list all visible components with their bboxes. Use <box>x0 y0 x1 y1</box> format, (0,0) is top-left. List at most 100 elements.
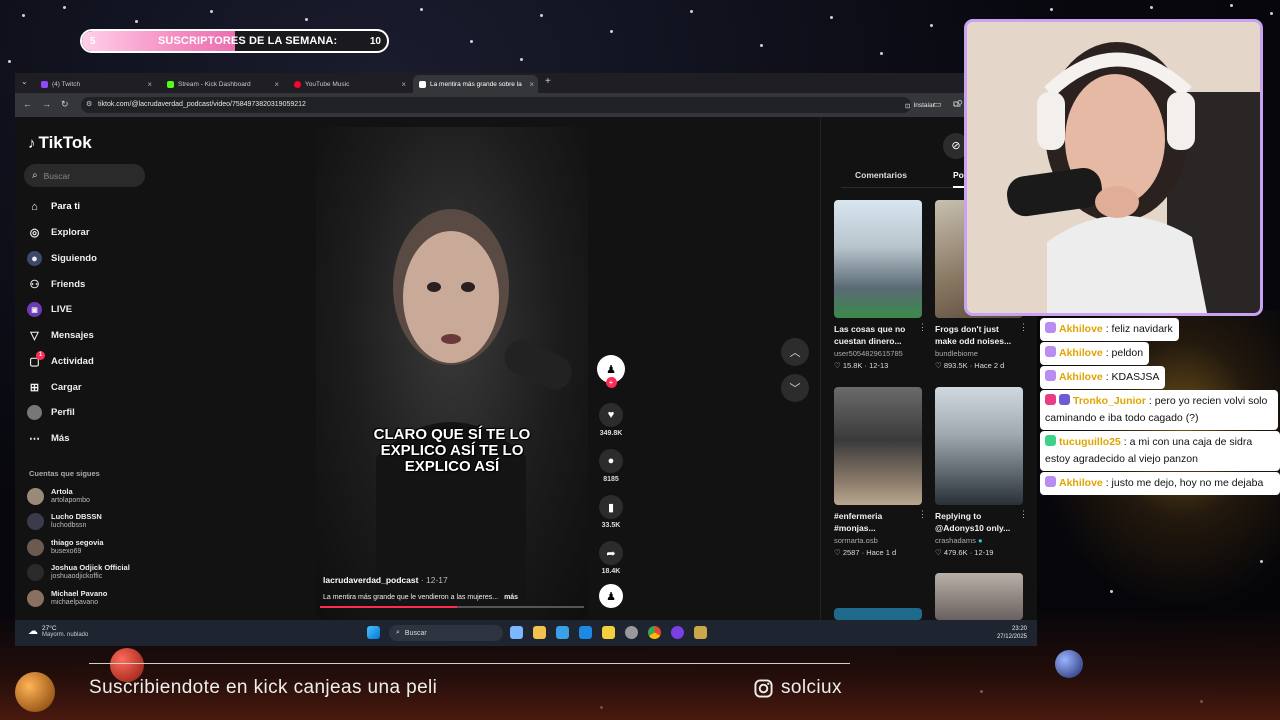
video-author[interactable]: lacrudaverdad_podcast · 12-17 <box>323 575 448 585</box>
chat-username[interactable]: tucuguillo25 <box>1059 436 1121 448</box>
close-icon[interactable]: × <box>529 80 534 89</box>
taskbar-search[interactable]: ⌕ Buscar <box>389 625 503 641</box>
chat-username[interactable]: Tronko_Junior <box>1073 395 1146 407</box>
nav-friends[interactable]: ⚇ Friends <box>27 277 86 292</box>
recommended-video-card[interactable]: Replying to @Adonys10 only... crashadams… <box>935 387 1028 557</box>
chat-username[interactable]: Akhilove <box>1059 323 1103 335</box>
weather-widget[interactable]: ☁ 27°C Mayorm. nublado <box>28 625 88 638</box>
twitch-icon <box>41 80 48 88</box>
chrome-icon[interactable] <box>648 626 661 639</box>
nav-perfil[interactable]: Perfil <box>27 405 75 420</box>
avatar <box>27 589 44 607</box>
avatar <box>27 512 44 530</box>
more-options-icon[interactable]: ⋮ <box>1019 322 1028 333</box>
sticky-notes-icon[interactable] <box>602 626 615 639</box>
follow-plus-icon[interactable]: + <box>605 377 617 388</box>
taskbar-clock[interactable]: 23:20 27/12/2025 <box>997 625 1027 641</box>
discord-icon[interactable] <box>671 626 684 639</box>
instagram-icon <box>754 678 773 698</box>
obs-icon[interactable] <box>625 626 638 639</box>
search-input[interactable]: ⌕ Buscar <box>24 164 145 187</box>
account-name: Artola <box>51 487 73 496</box>
creator-avatar-button[interactable]: ♟ + <box>596 355 626 388</box>
previous-video-button[interactable]: ︿ <box>781 338 809 366</box>
video-progress-bar[interactable] <box>320 606 584 608</box>
nav-live[interactable]: ▣ LIVE <box>27 302 72 317</box>
save-button[interactable]: ▮ 33.5K <box>596 495 626 529</box>
account-handle: luchodbssn <box>51 522 87 529</box>
chat-username[interactable]: Akhilove <box>1059 347 1103 359</box>
nav-para-ti[interactable]: ⌂ Para ti <box>27 199 80 214</box>
clock-date: 27/12/2025 <box>996 634 1027 640</box>
tab-comentarios[interactable]: Comentarios <box>855 170 907 180</box>
tab-twitch[interactable]: (4) Twitch × <box>35 75 156 93</box>
chat-username[interactable]: Akhilove <box>1059 477 1103 489</box>
tab-youtube-music[interactable]: YouTube Music × <box>288 75 410 93</box>
avatar <box>27 487 44 505</box>
following-account[interactable]: Artola artolapombo <box>27 487 90 505</box>
sub-badge-icon <box>1045 435 1056 446</box>
video-player[interactable]: CLARO QUE SÍ TE LO EXPLICO ASÍ TE LO EXP… <box>316 127 588 620</box>
footer-divider <box>89 663 850 664</box>
reload-icon[interactable]: ↻ <box>61 99 69 110</box>
extensions-icon[interactable]: ⧉ <box>953 99 959 110</box>
more-options-icon[interactable]: ⋮ <box>918 509 927 520</box>
tab-label: YouTube Music <box>305 80 350 88</box>
install-button[interactable]: ⊡ Instalar <box>905 100 935 111</box>
file-explorer-icon[interactable] <box>533 626 546 639</box>
video-thumbnail[interactable] <box>834 608 922 620</box>
forward-icon[interactable]: → <box>42 99 51 109</box>
new-tab-button[interactable]: + <box>545 76 551 87</box>
following-account[interactable]: thiago segovia busexo69 <box>27 538 104 556</box>
nav-cargar[interactable]: ⊞ Cargar <box>27 380 82 395</box>
nav-mensajes[interactable]: ▽ Mensajes <box>27 328 94 343</box>
nav-explorar[interactable]: ◎ Explorar <box>27 225 90 240</box>
following-account[interactable]: Lucho DBSSN luchodbssn <box>27 512 102 530</box>
app-icon[interactable] <box>694 626 707 639</box>
close-icon[interactable]: × <box>274 80 279 89</box>
compass-icon: ◎ <box>29 227 40 239</box>
video-description[interactable]: La mentira más grande que le vendieron a… <box>323 594 518 601</box>
video-user: bundlebiome <box>935 349 978 358</box>
recommended-video-card[interactable]: Las cosas que no cuestan dinero... user5… <box>834 200 927 370</box>
tab-kick-dashboard[interactable]: Stream - Kick Dashboard × <box>161 75 283 93</box>
chat-username[interactable]: Akhilove <box>1059 371 1103 383</box>
widgets-icon[interactable] <box>510 626 523 639</box>
tab-tiktok[interactable]: La mentira más grande sobre la × <box>413 75 538 93</box>
windows-start-icon[interactable] <box>367 626 380 639</box>
nav-label: Perfil <box>51 407 75 418</box>
next-video-button[interactable]: ﹀ <box>781 374 809 402</box>
more-options-icon[interactable]: ⋮ <box>1019 509 1028 520</box>
recommended-video-card[interactable]: #enfermeria #monjas... sormarta.osb ♡ 25… <box>834 387 927 557</box>
close-icon[interactable]: × <box>401 80 406 89</box>
photos-icon[interactable] <box>556 626 569 639</box>
video-thumbnail[interactable] <box>935 573 1023 620</box>
video-user-name: crashadams <box>935 536 976 545</box>
nav-actividad[interactable]: ▢ 1 Actividad <box>27 351 94 369</box>
footer-message: Suscribiendote en kick canjeas una peli <box>89 677 438 698</box>
share-button[interactable]: ➦ 18.4K <box>596 541 626 575</box>
following-account[interactable]: Joshua Odjick Official joshuaodjickoffic <box>27 563 130 581</box>
tab-search-icon[interactable]: ⌄ <box>21 77 28 86</box>
search-icon: ⌕ <box>396 629 400 636</box>
video-more-link[interactable]: más <box>504 594 518 601</box>
music-disc-button[interactable]: ♟ <box>596 584 626 608</box>
tiktok-logo[interactable]: ♪ TikTok <box>28 133 92 153</box>
sub-badge-icon <box>1045 346 1056 357</box>
account-name: Michael Pavano <box>51 589 108 598</box>
following-account[interactable]: Michael Pavano michaelpavano <box>27 589 107 607</box>
nav-siguiendo[interactable]: ● Siguiendo <box>27 251 97 266</box>
store-icon[interactable] <box>579 626 592 639</box>
like-button[interactable]: ♥ 349.8K <box>596 403 626 437</box>
chat-text: : peldon <box>1105 347 1144 359</box>
comment-button[interactable]: ● 8185 <box>596 449 626 483</box>
back-icon[interactable]: ← <box>23 99 32 109</box>
close-icon[interactable]: × <box>147 80 152 89</box>
window-icon[interactable]: ▭ <box>933 99 942 110</box>
more-options-icon[interactable]: ⋮ <box>918 322 927 333</box>
address-bar[interactable]: ⚙ tiktok.com/@lacrudaverdad_podcast/vide… <box>81 97 1000 113</box>
heart-icon: ♥ <box>599 403 623 427</box>
account-handle: joshuaodjickoffic <box>51 573 103 580</box>
nav-mas[interactable]: ⋯ Más <box>27 431 69 446</box>
site-info-icon[interactable]: ⚙ <box>86 100 92 108</box>
